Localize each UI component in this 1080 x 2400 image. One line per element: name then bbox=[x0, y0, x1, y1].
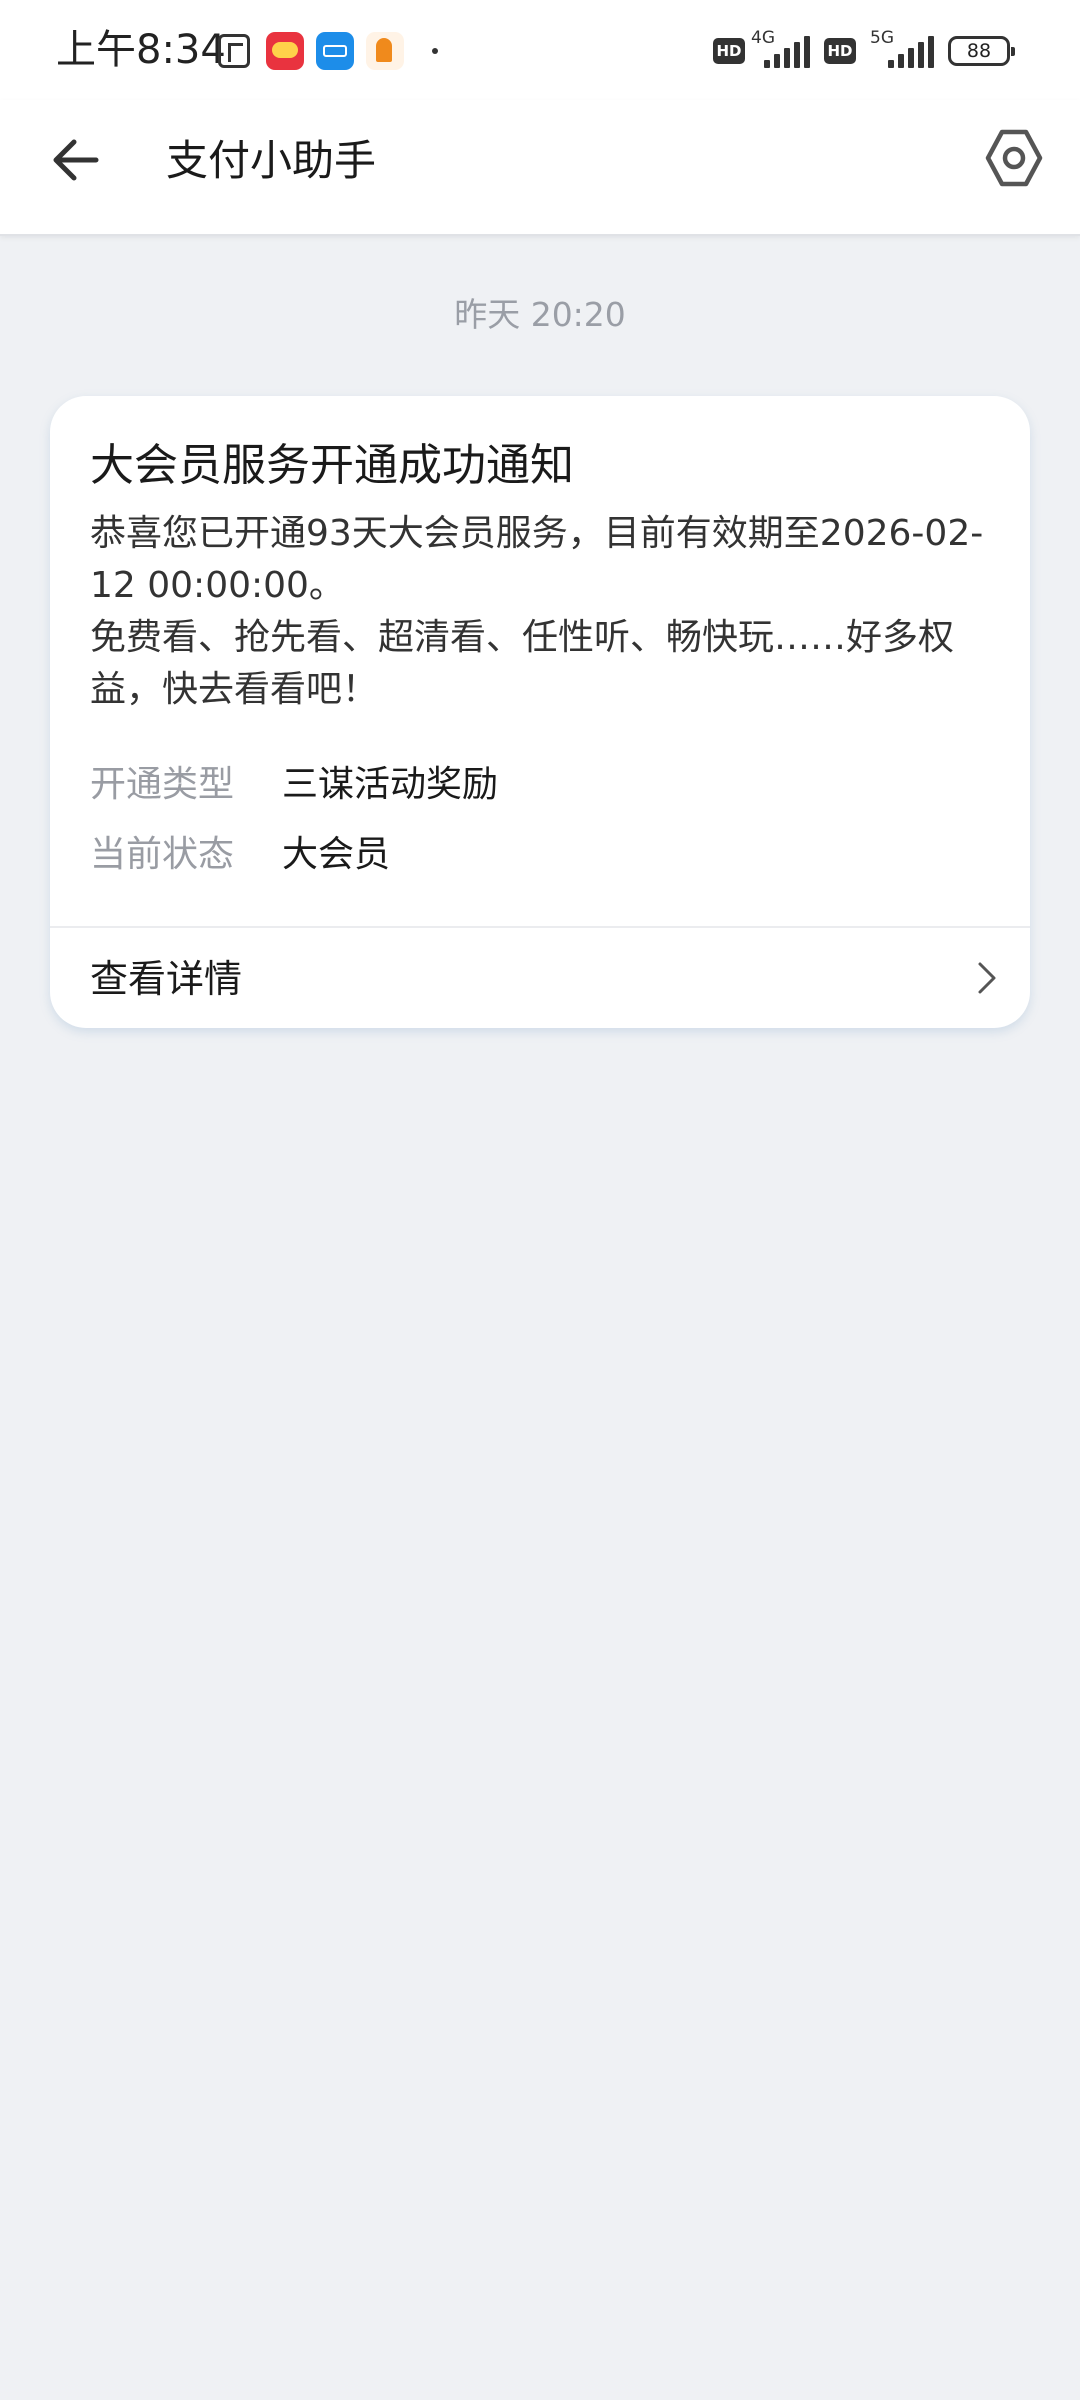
card-body-text: 免费看、抢先看、超清看、任性听、畅快玩……好多权益，快去看看吧！ bbox=[90, 617, 955, 710]
app-notification-icon bbox=[316, 32, 354, 70]
arrow-left-icon bbox=[53, 139, 99, 181]
notification-card: 大会员服务开通成功通知 恭喜您已开通93天大会员服务，目前有效期至2026-02… bbox=[50, 396, 1030, 1028]
more-notifications-dot bbox=[432, 48, 438, 54]
signal-icon bbox=[764, 36, 810, 68]
activation-type-label: 开通类型 bbox=[90, 764, 235, 805]
settings-button[interactable] bbox=[978, 122, 1050, 194]
view-details-button[interactable]: 查看详情 bbox=[50, 928, 1030, 1028]
current-status-label: 当前状态 bbox=[90, 834, 235, 875]
hd-icon: HD bbox=[824, 38, 856, 64]
top-app-bar: 支付小助手 bbox=[0, 100, 1080, 236]
view-details-label: 查看详情 bbox=[90, 957, 243, 1001]
back-button[interactable] bbox=[40, 124, 112, 196]
page-title: 支付小助手 bbox=[166, 136, 377, 185]
battery-icon: 88 bbox=[948, 36, 1015, 66]
signal-icon bbox=[888, 36, 934, 68]
status-bar: 上午8:34 HD 4G HD 5G 88 bbox=[0, 0, 1080, 100]
hd-icon: HD bbox=[713, 38, 745, 64]
nfc-icon bbox=[218, 34, 250, 68]
chevron-right-icon bbox=[978, 962, 996, 994]
app-notification-icon bbox=[366, 32, 404, 70]
card-body-text: 恭喜您已开通93天大会员服务，目前有效期至2026-02-12 00:00:00… bbox=[90, 513, 984, 606]
card-title: 大会员服务开通成功通知 bbox=[90, 440, 574, 491]
gear-icon bbox=[985, 129, 1043, 187]
current-status-value: 大会员 bbox=[282, 834, 391, 875]
app-notification-icon bbox=[266, 32, 304, 70]
activation-type-value: 三谋活动奖励 bbox=[282, 764, 499, 805]
status-time: 上午8:34 bbox=[56, 27, 226, 73]
message-timestamp: 昨天 20:20 bbox=[454, 295, 626, 334]
card-body: 恭喜您已开通93天大会员服务，目前有效期至2026-02-12 00:00:00… bbox=[90, 508, 990, 716]
